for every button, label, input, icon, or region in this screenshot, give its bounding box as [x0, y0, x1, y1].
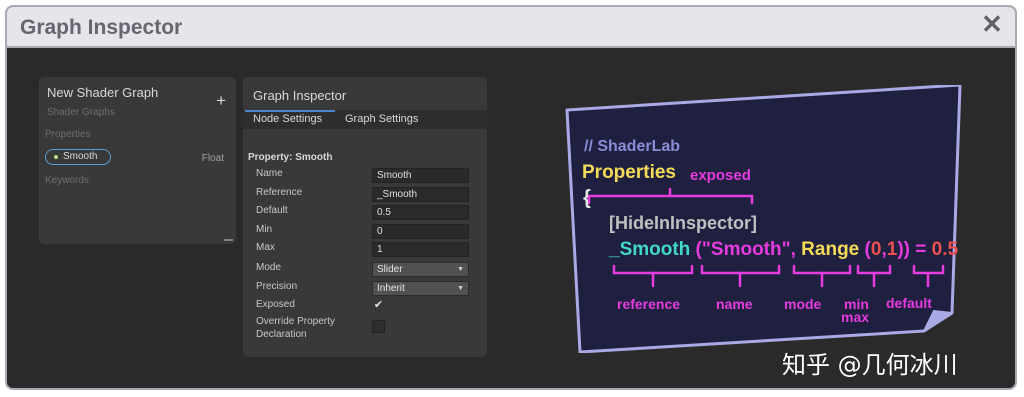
code-default-value: 0.5: [931, 239, 959, 260]
default-label: Default: [256, 205, 288, 216]
blackboard-panel: New Shader Graph Shader Graphs + Propert…: [39, 77, 236, 244]
name-label: Name: [256, 168, 283, 179]
add-property-button[interactable]: +: [216, 91, 226, 111]
mode-dropdown[interactable]: Slider ▼: [372, 262, 469, 277]
property-type-label: Float: [201, 153, 224, 164]
property-pill-label: Smooth: [63, 151, 98, 162]
inspector-panel: Graph Inspector Node Settings Graph Sett…: [243, 77, 487, 357]
override-label-line1: Override Property: [256, 316, 335, 327]
max-annotation: max: [841, 309, 870, 325]
tab-node-settings[interactable]: Node Settings: [253, 113, 322, 125]
code-name-string: "Smooth": [701, 239, 791, 260]
inspector-tabs: Node Settings Graph Settings: [243, 110, 487, 129]
reference-label: Reference: [256, 187, 303, 198]
blackboard-title: New Shader Graph: [47, 85, 159, 100]
precision-label: Precision: [256, 281, 298, 292]
code-ref: _Smooth: [609, 239, 691, 260]
code-min-value: 0: [870, 239, 882, 260]
override-label-line2: Declaration: [256, 329, 307, 340]
code-paren-open: (: [690, 239, 702, 260]
code-close-parens: )): [897, 239, 910, 260]
precision-dropdown[interactable]: Inherit ▼: [372, 281, 469, 296]
watermark-text: 知乎 @几何冰川: [782, 351, 958, 379]
override-checkbox[interactable]: [372, 320, 385, 333]
min-field[interactable]: 0: [372, 224, 469, 239]
inspector-title: Graph Inspector: [253, 88, 347, 103]
shaderlab-note: // ShaderLab Properties { exposed [HideI…: [562, 85, 962, 353]
property-dot-icon: [54, 155, 58, 159]
max-label: Max: [256, 242, 275, 253]
close-icon[interactable]: ✕: [977, 9, 1007, 39]
min-label: Min: [256, 224, 273, 235]
max-field[interactable]: 1: [372, 242, 469, 257]
property-pill-smooth[interactable]: Smooth: [45, 149, 111, 165]
property-header: Property: Smooth: [248, 152, 333, 163]
tab-graph-settings[interactable]: Graph Settings: [345, 113, 418, 125]
exposed-checkbox[interactable]: ✔: [372, 299, 385, 312]
code-range-open: (: [859, 239, 871, 260]
code-range-keyword: Range: [795, 239, 860, 260]
exposed-annotation: exposed: [690, 167, 751, 184]
active-tab-indicator: [245, 110, 335, 112]
reference-annotation: reference: [617, 296, 681, 312]
code-properties-keyword: Properties: [582, 162, 676, 183]
name-annotation: name: [716, 296, 753, 312]
properties-section-label: Properties: [45, 129, 91, 140]
code-property-line: _Smooth ("Smooth", Range (0,1)) = 0.5: [609, 239, 958, 261]
mode-annotation: mode: [784, 296, 822, 312]
blackboard-subtitle: Shader Graphs: [47, 107, 115, 118]
mode-label: Mode: [256, 262, 282, 273]
name-field[interactable]: Smooth: [372, 168, 469, 183]
default-field[interactable]: 0.5: [372, 205, 469, 220]
chevron-down-icon: ▼: [457, 266, 464, 273]
precision-dropdown-value: Inherit: [377, 283, 405, 294]
code-open-brace: {: [583, 187, 591, 209]
default-annotation: default: [886, 295, 932, 311]
keywords-section-label: Keywords: [45, 175, 89, 186]
code-comment: // ShaderLab: [584, 138, 681, 155]
resize-grip-icon[interactable]: [224, 239, 233, 241]
reference-field[interactable]: _Smooth: [372, 187, 469, 202]
window-titlebar: Graph Inspector ✕: [7, 7, 1015, 48]
code-max-value: 1: [886, 239, 898, 260]
code-equals: =: [909, 239, 932, 260]
mode-dropdown-value: Slider: [377, 264, 403, 275]
window-title: Graph Inspector: [20, 16, 183, 39]
graph-inspector-window: Graph Inspector ✕ New Shader Graph Shade…: [5, 5, 1017, 390]
code-hide-attribute: [HideInInspector]: [609, 213, 758, 233]
chevron-down-icon: ▼: [457, 285, 464, 292]
exposed-label: Exposed: [256, 299, 295, 310]
